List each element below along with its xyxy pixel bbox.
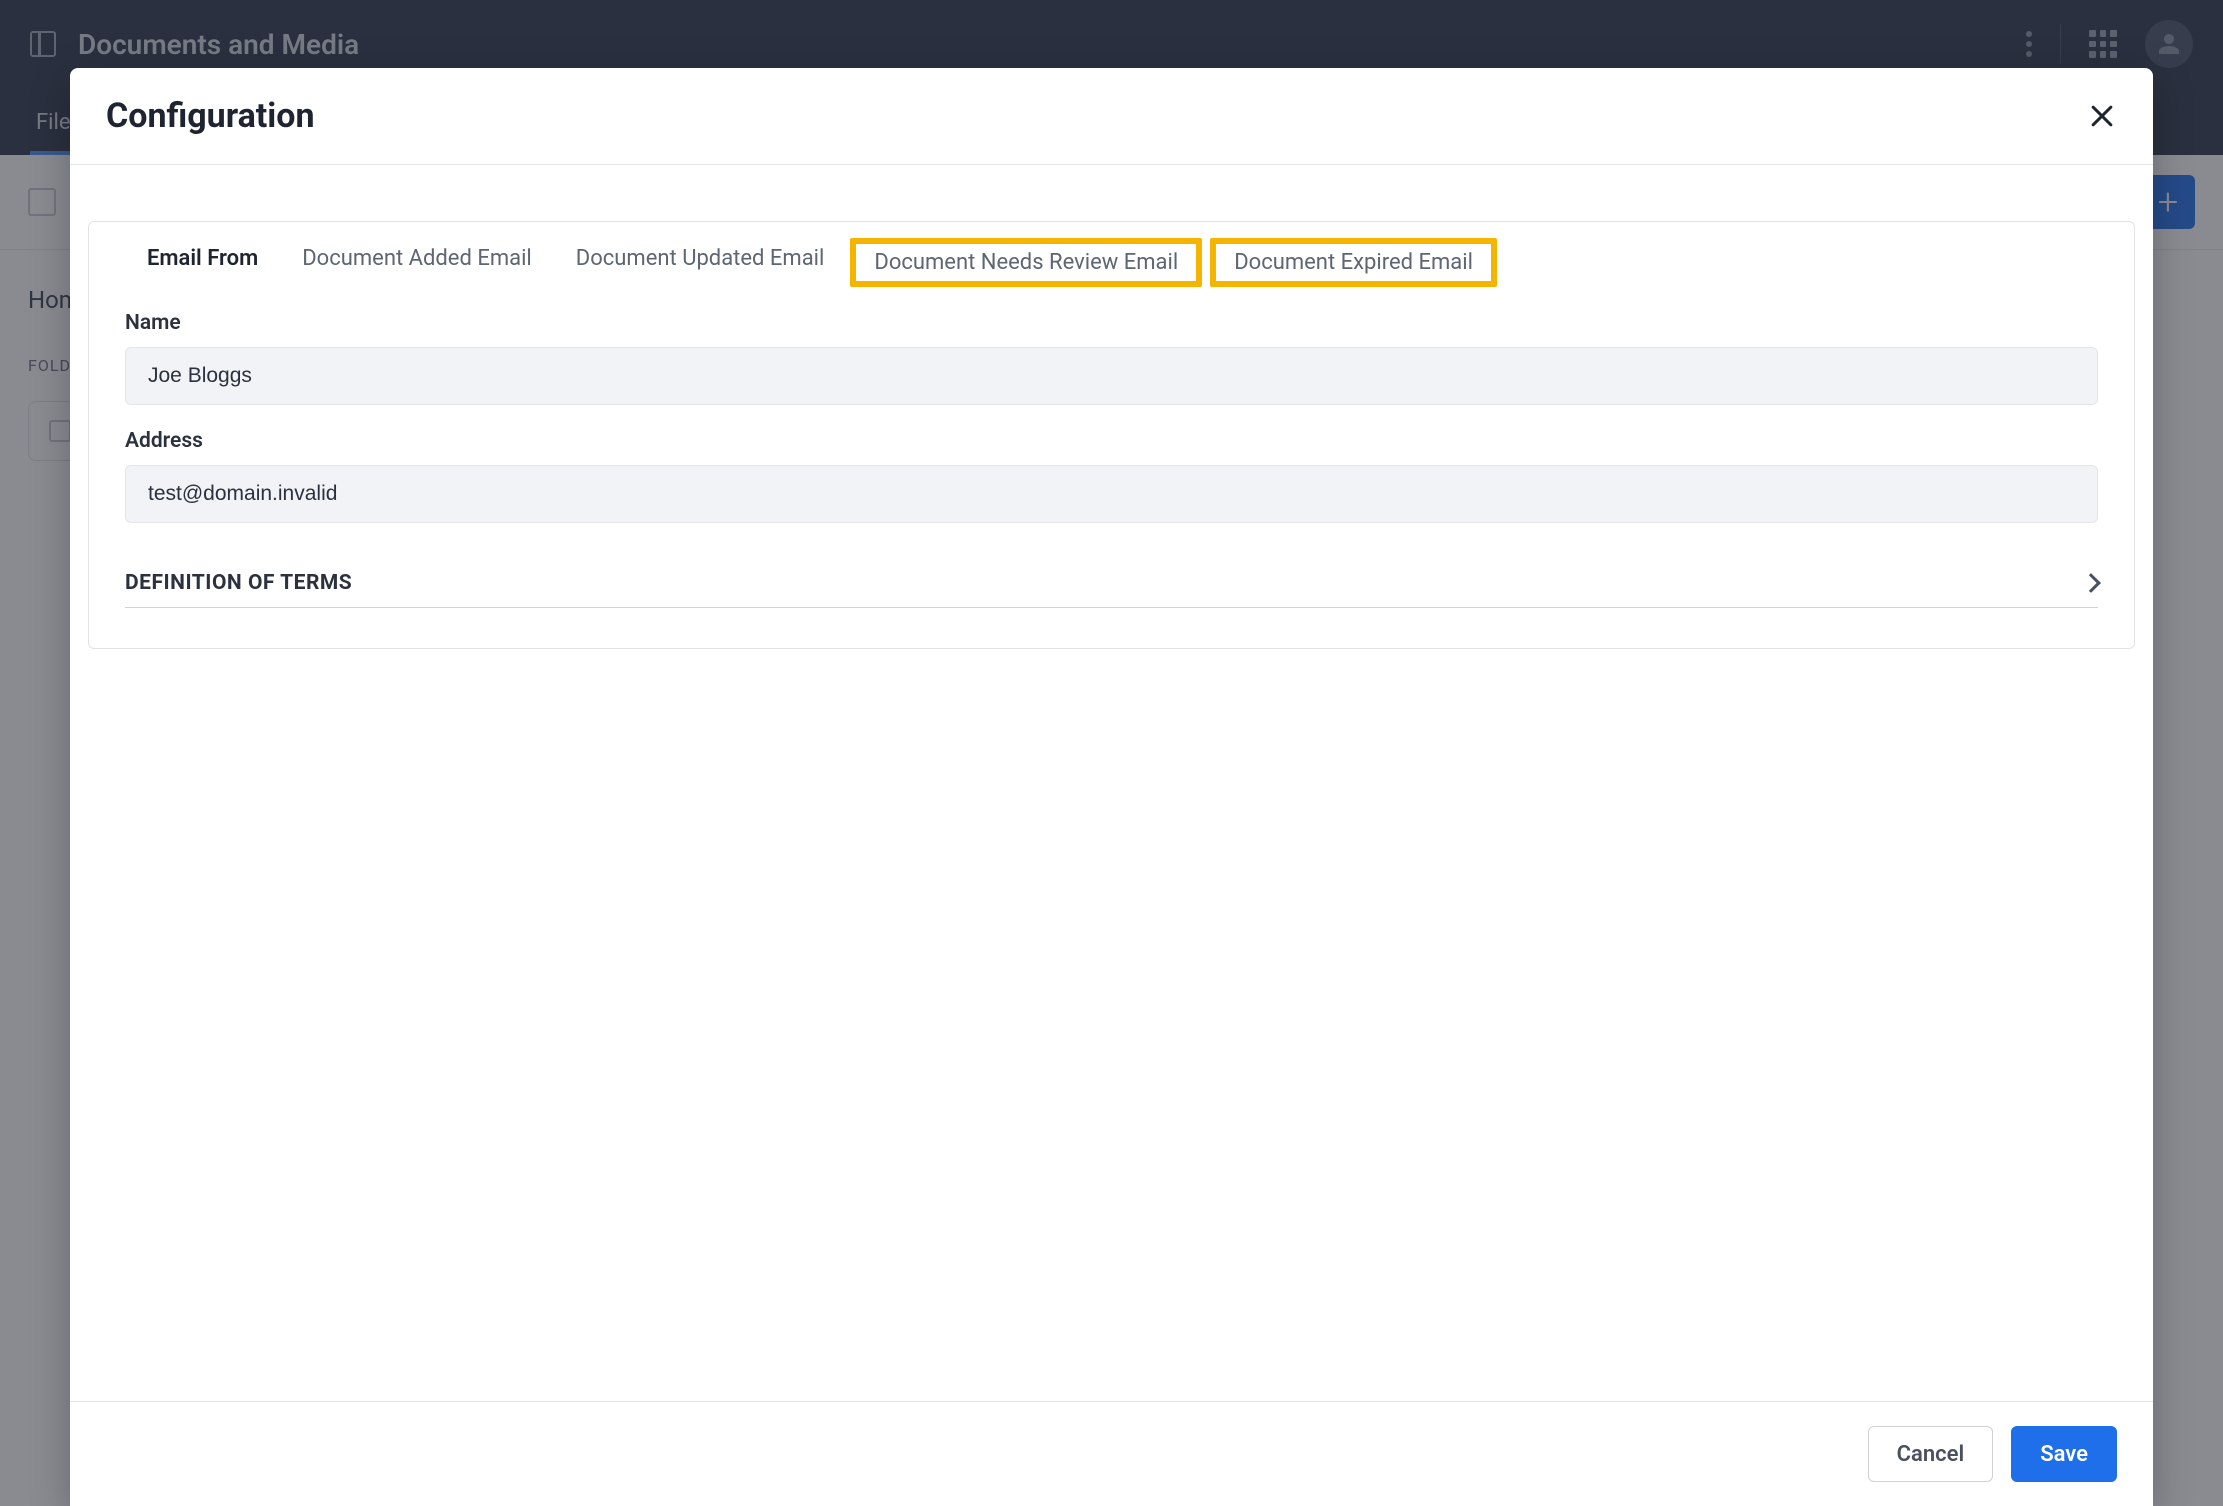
configuration-panel: Email From Document Added Email Document… <box>88 221 2135 649</box>
modal-body: Email From Document Added Email Document… <box>70 165 2153 1401</box>
tab-document-added-email[interactable]: Document Added Email <box>280 238 554 287</box>
configuration-modal: Configuration Email From Document Added … <box>70 68 2153 1506</box>
close-icon[interactable] <box>2087 101 2117 131</box>
tab-document-updated-email[interactable]: Document Updated Email <box>554 238 847 287</box>
address-input[interactable] <box>125 465 2098 523</box>
save-button[interactable]: Save <box>2011 1426 2117 1482</box>
modal-title: Configuration <box>106 96 315 136</box>
modal-footer: Cancel Save <box>70 1401 2153 1506</box>
tab-list: Email From Document Added Email Document… <box>125 238 2098 287</box>
definition-of-terms-toggle[interactable]: DEFINITION OF TERMS <box>125 571 2098 608</box>
cancel-button[interactable]: Cancel <box>1868 1426 1994 1482</box>
tab-email-from[interactable]: Email From <box>125 238 280 287</box>
modal-header: Configuration <box>70 68 2153 165</box>
chevron-right-icon <box>2081 573 2101 593</box>
name-label: Name <box>125 311 2098 335</box>
name-input[interactable] <box>125 347 2098 405</box>
tab-document-expired-email[interactable]: Document Expired Email <box>1210 238 1497 287</box>
tab-document-needs-review-email[interactable]: Document Needs Review Email <box>850 238 1202 287</box>
address-label: Address <box>125 429 2098 453</box>
address-field: Address <box>125 429 2098 523</box>
name-field: Name <box>125 311 2098 405</box>
definition-of-terms-label: DEFINITION OF TERMS <box>125 571 352 595</box>
